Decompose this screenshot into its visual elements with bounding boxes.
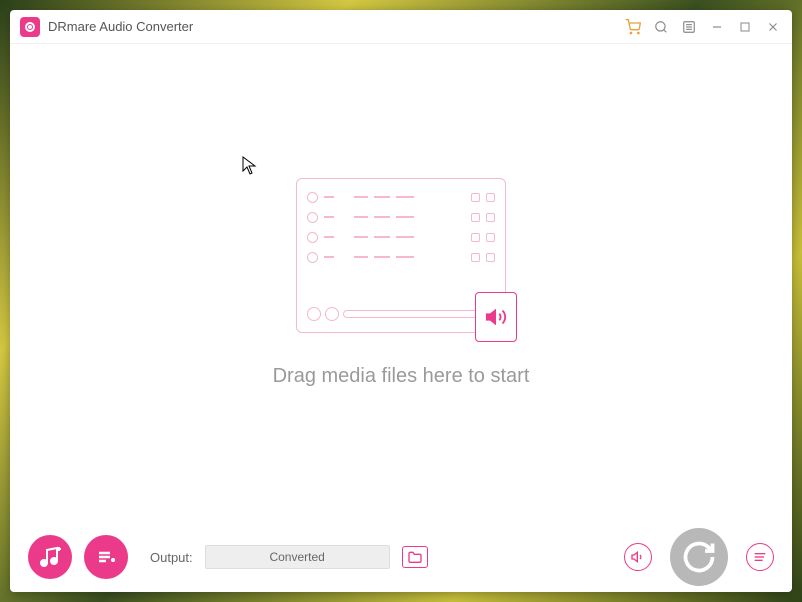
titlebar-controls	[624, 18, 782, 36]
maximize-button[interactable]	[736, 18, 754, 36]
convert-button[interactable]	[670, 528, 728, 586]
browse-folder-button[interactable]	[402, 546, 428, 568]
cart-icon[interactable]	[624, 18, 642, 36]
menu-icon[interactable]	[680, 18, 698, 36]
output-label: Output:	[150, 550, 193, 565]
dropzone-illustration	[296, 178, 506, 333]
drop-zone[interactable]: Drag media files here to start	[10, 44, 792, 522]
list-settings-button[interactable]	[746, 543, 774, 571]
app-window: DRmare Audio Converter	[10, 10, 792, 592]
titlebar: DRmare Audio Converter	[10, 10, 792, 44]
close-button[interactable]	[764, 18, 782, 36]
output-path-field[interactable]: Converted	[205, 545, 390, 569]
sound-icon	[475, 292, 517, 342]
search-icon[interactable]	[652, 18, 670, 36]
drop-hint-text: Drag media files here to start	[273, 365, 530, 388]
bottombar: Output: Converted	[10, 522, 792, 592]
minimize-button[interactable]	[708, 18, 726, 36]
add-playlist-button[interactable]	[84, 535, 128, 579]
format-settings-button[interactable]	[624, 543, 652, 571]
app-title: DRmare Audio Converter	[48, 19, 193, 34]
app-logo-icon	[20, 17, 40, 37]
cursor-icon	[242, 156, 258, 176]
output-path-value: Converted	[269, 550, 324, 564]
add-music-button[interactable]	[28, 535, 72, 579]
